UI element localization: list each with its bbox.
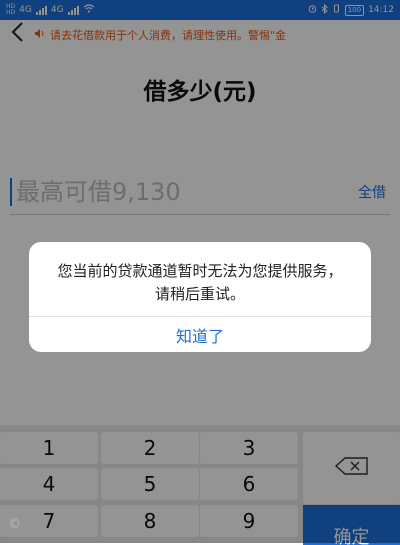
alert-dialog: 您当前的贷款通道暂时无法为您提供服务，请稍后重试。 知道了 bbox=[29, 242, 371, 352]
dialog-ok-button[interactable]: 知道了 bbox=[29, 317, 371, 352]
dialog-message: 您当前的贷款通道暂时无法为您提供服务，请稍后重试。 bbox=[29, 242, 371, 317]
copyright-mark: © bbox=[8, 517, 21, 532]
